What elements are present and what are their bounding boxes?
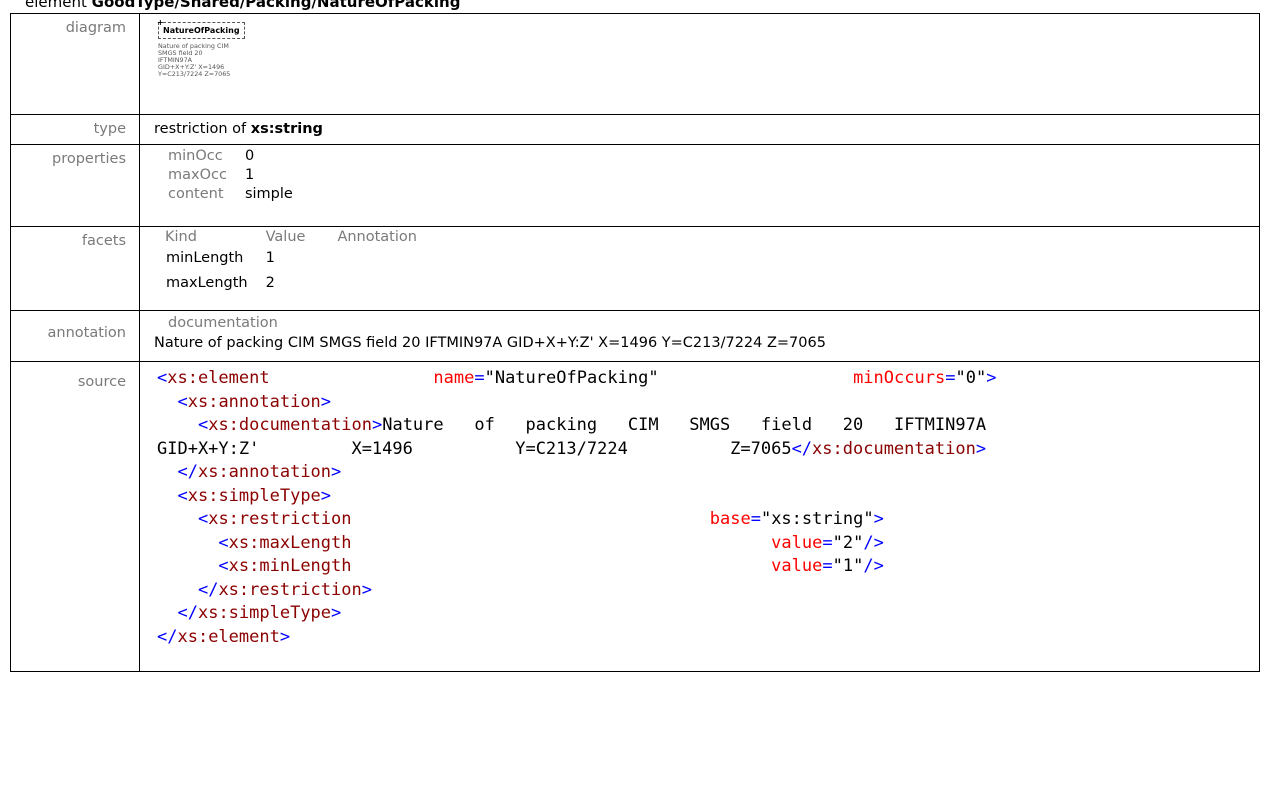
src-maxlength: 2	[842, 532, 854, 553]
label-source: source	[10, 361, 140, 672]
row-properties: properties minOcc 0 maxOcc 1 content sim…	[10, 144, 1260, 227]
diagram-doc-text: Nature of packing CIM SMGS field 20 IFTM…	[158, 42, 231, 78]
property-value: 0	[244, 148, 255, 164]
src-name-attr: NatureOfPacking	[494, 368, 649, 388]
property-key: content	[168, 186, 224, 202]
annotation-text: Nature of packing CIM SMGS field 20 IFTM…	[154, 335, 826, 351]
facet-row: maxLength 2	[165, 271, 449, 296]
label-type: type	[10, 114, 140, 145]
facet-kind: maxLength	[166, 275, 248, 291]
page-heading: element GoodType/Shared/Packing/NatureOf…	[25, 0, 460, 11]
optional-icon: +	[157, 18, 164, 27]
property-value: 1	[244, 167, 255, 183]
facet-annotation	[337, 271, 449, 296]
element-diagram-box[interactable]: + NatureOfPacking	[157, 18, 245, 39]
type-prefix: restriction of	[154, 121, 247, 137]
property-value: simple	[244, 186, 293, 202]
row-annotation: annotation documentation Nature of packi…	[10, 310, 1260, 362]
property-key: minOcc	[168, 148, 223, 164]
property-key: maxOcc	[168, 167, 227, 183]
facets-table: Kind Value Annotation minLength 1 maxLen…	[165, 229, 449, 296]
type-cell: restriction of xs:string	[139, 114, 1260, 145]
facet-kind: minLength	[166, 250, 244, 266]
facet-annotation	[337, 246, 449, 271]
properties-cell: minOcc 0 maxOcc 1 content simple	[139, 144, 1260, 227]
heading-path: GoodType/Shared/Packing/NatureOfPacking	[91, 0, 461, 11]
label-diagram: diagram	[10, 13, 140, 115]
row-source: source <xs:element name="NatureOfPacking…	[10, 361, 1260, 672]
row-facets: facets Kind Value Annotation minLength 1…	[10, 226, 1260, 311]
diagram-cell: + NatureOfPacking Nature of packing CIM …	[139, 13, 1260, 115]
facet-value: 1	[265, 250, 275, 266]
facets-header: Kind Value Annotation	[165, 229, 449, 246]
src-doc-line1: Nature of packing CIM SMGS field 20 IFTM…	[382, 415, 987, 435]
diagram-element-name: NatureOfPacking	[163, 26, 240, 35]
src-doc-line2: GID+X+Y:Z' X=1496 Y=C213/7224 Z=7065	[157, 438, 792, 459]
property-row: maxOcc 1	[168, 166, 293, 185]
source-code: <xs:element name="NatureOfPacking" minOc…	[157, 368, 997, 647]
property-row: content simple	[168, 185, 293, 204]
facets-header-kind: Kind	[165, 229, 197, 245]
facet-row: minLength 1	[165, 246, 449, 271]
label-annotation: annotation	[10, 310, 140, 362]
property-row: minOcc 0	[168, 147, 293, 166]
row-diagram: diagram + NatureOfPacking Nature of pack…	[10, 13, 1260, 115]
label-properties: properties	[10, 144, 140, 227]
heading-prefix: element	[25, 0, 87, 11]
properties-table: minOcc 0 maxOcc 1 content simple	[168, 147, 293, 204]
facets-header-value: Value	[265, 229, 306, 245]
src-minlength: 1	[842, 556, 854, 576]
facet-value: 2	[265, 275, 275, 291]
label-facets: facets	[10, 226, 140, 311]
facets-cell: Kind Value Annotation minLength 1 maxLen…	[139, 226, 1260, 311]
type-base: xs:string	[250, 121, 323, 137]
row-type: type restriction of xs:string	[10, 114, 1260, 145]
annotation-sub-label: documentation	[168, 315, 278, 331]
annotation-cell: documentation Nature of packing CIM SMGS…	[139, 310, 1260, 362]
source-cell: <xs:element name="NatureOfPacking" minOc…	[139, 361, 1260, 672]
src-base: xs:string	[771, 509, 864, 529]
element-doc-table: diagram + NatureOfPacking Nature of pack…	[10, 13, 1260, 672]
src-minoccurs: 0	[965, 368, 976, 388]
facets-header-annotation: Annotation	[337, 229, 417, 245]
